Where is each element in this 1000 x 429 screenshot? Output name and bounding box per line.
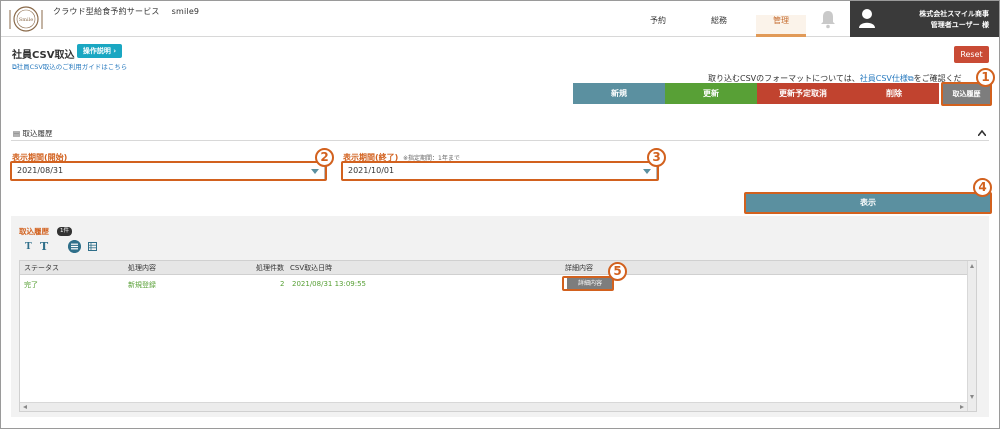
font-size-large-icon[interactable]: T [40,240,48,253]
highlight-box-4 [744,192,992,214]
bell-icon[interactable] [819,9,837,29]
update-button[interactable]: 更新 [665,83,757,104]
scroll-right-icon[interactable] [960,405,964,409]
marker-3: 3 [647,148,666,167]
section-title-text: 取込履歴 [22,129,53,138]
csv-spec-link[interactable]: 社員CSV仕様 [860,74,908,83]
table-view-icon[interactable] [88,242,97,251]
marker-5: 5 [608,262,627,281]
row-status: 完了 [24,281,38,289]
company-name: 株式会社スマイル商事 [919,10,989,18]
page-title: 社員CSV取込 [12,50,75,61]
app-title-text: クラウド型給食予約サービス [53,7,160,16]
scroll-up-icon[interactable] [970,264,974,268]
font-size-small-icon[interactable]: T [25,242,32,252]
app-header: Smile クラウド型給食予約サービス smile9 予約 総務 管理 株式会社ス… [1,1,999,37]
horizontal-scrollbar[interactable] [20,402,967,411]
guide-link[interactable]: ⧉社員CSV取込のご利用ガイドはこちら [12,61,127,72]
nav-admin[interactable]: 管理 [756,15,806,37]
column-datetime[interactable]: CSV取込日時 [290,263,332,273]
cancel-scheduled-button[interactable]: 更新予定取消 [757,83,849,104]
app-title: クラウド型給食予約サービス smile9 [53,6,199,17]
column-status[interactable]: ステータス [24,263,59,273]
column-process[interactable]: 処理内容 [128,263,156,273]
column-detail[interactable]: 詳細内容 [565,263,593,273]
column-count[interactable]: 処理件数 [256,263,284,273]
count-badge: 1件 [57,227,72,236]
scroll-down-icon[interactable] [970,395,974,399]
marker-2: 2 [315,148,334,167]
marker-1: 1 [976,68,995,87]
table-header: ステータス 処理内容 処理件数 CSV取込日時 詳細内容 [20,261,976,275]
user-name: 管理者ユーザー 様 [930,21,989,29]
highlight-box-3 [341,161,659,181]
section-title: ▤ 取込履歴 [13,128,52,139]
highlight-box-2 [10,161,327,181]
format-note-before: 取り込むCSVのフォーマットについては、 [708,74,860,83]
new-button[interactable]: 新規 [573,83,665,104]
chevron-up-icon[interactable] [978,130,986,136]
scroll-left-icon[interactable] [23,405,27,409]
nav-general-affairs[interactable]: 総務 [694,15,744,37]
list-view-icon[interactable] [68,240,81,253]
results-panel: 取込履歴 1件 T T ステータス 処理内容 処理件数 CSV取込日時 詳細内容… [11,216,989,417]
row-datetime: 2021/08/31 13:09:55 [292,280,367,288]
help-button[interactable]: 操作説明 › [77,44,122,58]
guide-link-text: 社員CSV取込のご利用ガイドはこちら [16,63,128,71]
section-divider [11,140,989,141]
marker-4: 4 [973,178,992,197]
highlight-box-5 [562,276,614,291]
nav-reservation[interactable]: 予約 [633,15,683,37]
row-count: 2 [280,280,285,288]
reset-button[interactable]: Reset [954,46,989,63]
row-process: 新規登録 [128,281,156,289]
user-avatar-icon [859,9,875,28]
history-icon: ▤ [13,129,21,138]
user-menu[interactable]: 株式会社スマイル商事 管理者ユーザー 様 [850,1,999,37]
svg-text:Smile: Smile [19,17,33,23]
results-title: 取込履歴 [19,227,49,236]
smile-logo-icon: Smile [9,6,43,32]
app-account-id: smile9 [171,7,200,16]
delete-button[interactable]: 削除 [849,83,939,104]
history-table: ステータス 処理内容 処理件数 CSV取込日時 詳細内容 完了 新規登録 2 2… [19,260,977,412]
vertical-scrollbar[interactable] [967,261,976,411]
